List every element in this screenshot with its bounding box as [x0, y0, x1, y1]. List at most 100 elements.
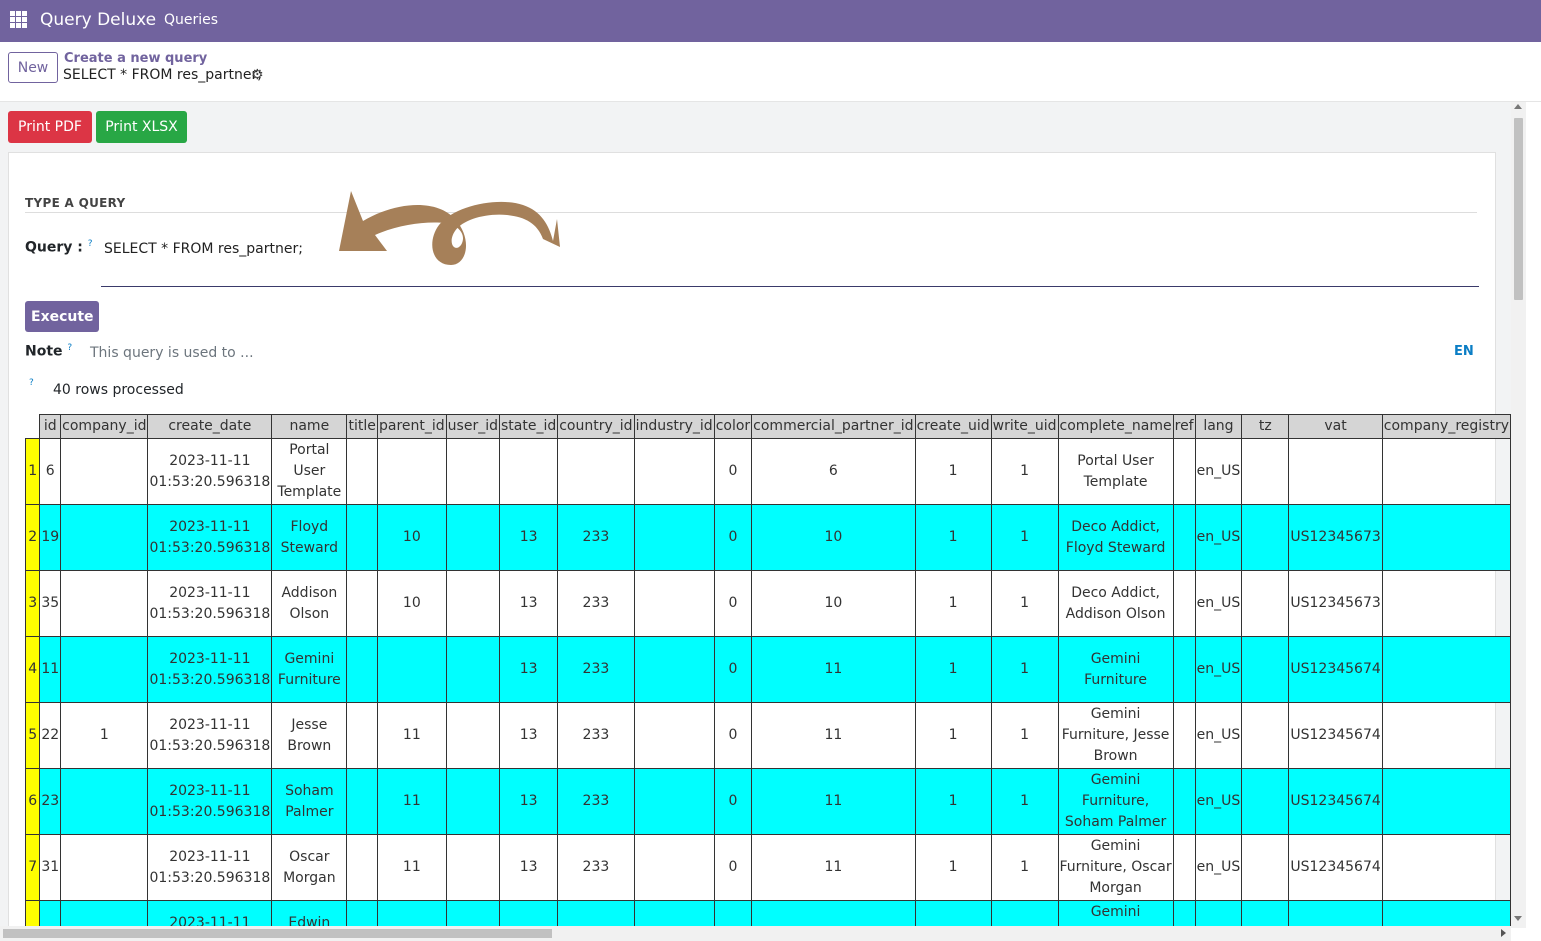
row-index: 7: [25, 834, 41, 901]
vertical-scrollbar[interactable]: [1511, 102, 1526, 928]
breadcrumb-parent[interactable]: Create a new query: [64, 51, 207, 66]
table-cell: 2023-11-11 01:53:20.596318: [147, 570, 273, 637]
note-input[interactable]: This query is used to ...: [90, 345, 254, 361]
table-cell: [1241, 636, 1290, 703]
table-cell: 6: [751, 438, 916, 505]
breadcrumb-current: SELECT * FROM res_partner;: [63, 67, 262, 83]
table-cell: 11: [39, 636, 62, 703]
table-cell: [1381, 438, 1511, 505]
table-cell: en_US: [1194, 504, 1243, 571]
table-cell: [633, 570, 715, 637]
column-header: vat: [1288, 414, 1383, 439]
table-cell: 1: [990, 900, 1059, 928]
table-cell: 10: [377, 570, 447, 637]
table-cell: [346, 834, 378, 901]
table-cell: en_US: [1194, 768, 1243, 835]
table-cell: 0: [713, 834, 753, 901]
note-label-text: Note: [25, 343, 63, 360]
table-cell: [1381, 834, 1511, 901]
table-cell: Jesse Brown: [271, 702, 348, 769]
table-cell: Floyd Steward: [271, 504, 348, 571]
column-header: company_id: [60, 414, 149, 439]
table-cell: en_US: [1194, 570, 1243, 637]
table-cell: 13: [498, 900, 559, 928]
table-cell: 13: [498, 702, 559, 769]
table-cell: 13: [498, 504, 559, 571]
table-cell: 13: [498, 570, 559, 637]
table-cell: 233: [557, 504, 635, 571]
column-header: industry_id: [633, 414, 715, 439]
table-cell: 0: [713, 768, 753, 835]
column-header: commercial_partner_id: [751, 414, 916, 439]
table-cell: US12345674: [1288, 768, 1383, 835]
curved-arrow-icon: [339, 191, 560, 265]
gear-icon[interactable]: ⚙: [251, 67, 264, 83]
table-cell: [1172, 768, 1196, 835]
table-cell: en_US: [1194, 702, 1243, 769]
table-cell: [346, 900, 378, 928]
table-cell: [1381, 570, 1511, 637]
column-header: parent_id: [377, 414, 447, 439]
table-cell: 2023-11-11 01:53:20.596318: [147, 900, 273, 928]
table-cell: [1172, 702, 1196, 769]
table-cell: 13: [498, 636, 559, 703]
table-cell: 2023-11-11 01:53:20.596318: [147, 768, 273, 835]
menu-item-queries[interactable]: Queries: [164, 12, 218, 28]
table-cell: 1: [990, 834, 1059, 901]
table-cell: 1: [914, 900, 992, 928]
section-divider: [25, 212, 1477, 213]
table-cell: [1381, 504, 1511, 571]
language-button[interactable]: EN: [1454, 344, 1474, 359]
table-cell: 11: [377, 702, 447, 769]
results-table: id company_id create_date name title par…: [25, 414, 1511, 928]
table-cell: [1172, 438, 1196, 505]
table-cell: [1241, 900, 1290, 928]
table-cell: 35: [39, 570, 62, 637]
column-header: complete_name: [1057, 414, 1174, 439]
new-button[interactable]: New: [8, 52, 58, 83]
table-cell: 1: [990, 768, 1059, 835]
note-help-icon[interactable]: ?: [67, 343, 72, 353]
table-cell: 20: [39, 900, 62, 928]
table-cell: [1241, 438, 1290, 505]
execute-button[interactable]: Execute: [25, 301, 99, 332]
horizontal-scroll-thumb[interactable]: [3, 929, 552, 938]
app-name[interactable]: Query Deluxe: [40, 10, 156, 30]
table-cell: Gemini Furniture: [1057, 636, 1174, 703]
results-table-container[interactable]: id company_id create_date name title par…: [25, 414, 1511, 928]
table-cell: 1: [914, 768, 992, 835]
scroll-up-icon[interactable]: [1514, 104, 1522, 109]
rows-help-icon[interactable]: ?: [29, 378, 34, 388]
horizontal-scrollbar[interactable]: [0, 926, 1511, 941]
index-header: [25, 414, 40, 439]
table-cell: 1: [914, 834, 992, 901]
scroll-right-icon[interactable]: [1501, 929, 1506, 937]
table-cell: 1: [990, 702, 1059, 769]
row-index: 6: [25, 768, 41, 835]
print-pdf-button[interactable]: Print PDF: [8, 111, 92, 143]
query-input[interactable]: SELECT * FROM res_partner;: [104, 241, 303, 257]
table-cell: Gemini Furniture, Edwin Hansen: [1057, 900, 1174, 928]
table-cell: 1: [914, 570, 992, 637]
table-cell: 2023-11-11 01:53:20.596318: [147, 702, 273, 769]
scroll-down-icon[interactable]: [1514, 916, 1522, 921]
apps-menu-icon[interactable]: [10, 11, 27, 28]
column-header: create_uid: [914, 414, 992, 439]
column-header: country_id: [557, 414, 635, 439]
note-label: Note ?: [25, 343, 72, 360]
table-cell: 233: [557, 570, 635, 637]
table-cell: [346, 438, 378, 505]
table-cell: US12345674: [1288, 834, 1383, 901]
vertical-scroll-thumb[interactable]: [1514, 118, 1523, 300]
table-cell: [1241, 834, 1290, 901]
query-help-icon[interactable]: ?: [88, 239, 93, 249]
table-cell: [1381, 636, 1511, 703]
print-xlsx-button[interactable]: Print XLSX: [96, 111, 187, 143]
table-cell: Gemini Furniture, Soham Palmer: [1057, 768, 1174, 835]
table-cell: [1381, 768, 1511, 835]
table-cell: 6: [39, 438, 62, 505]
table-cell: Gemini Furniture, Oscar Morgan: [1057, 834, 1174, 901]
table-cell: 233: [557, 702, 635, 769]
table-cell: US12345674: [1288, 702, 1383, 769]
table-cell: [1241, 504, 1290, 571]
